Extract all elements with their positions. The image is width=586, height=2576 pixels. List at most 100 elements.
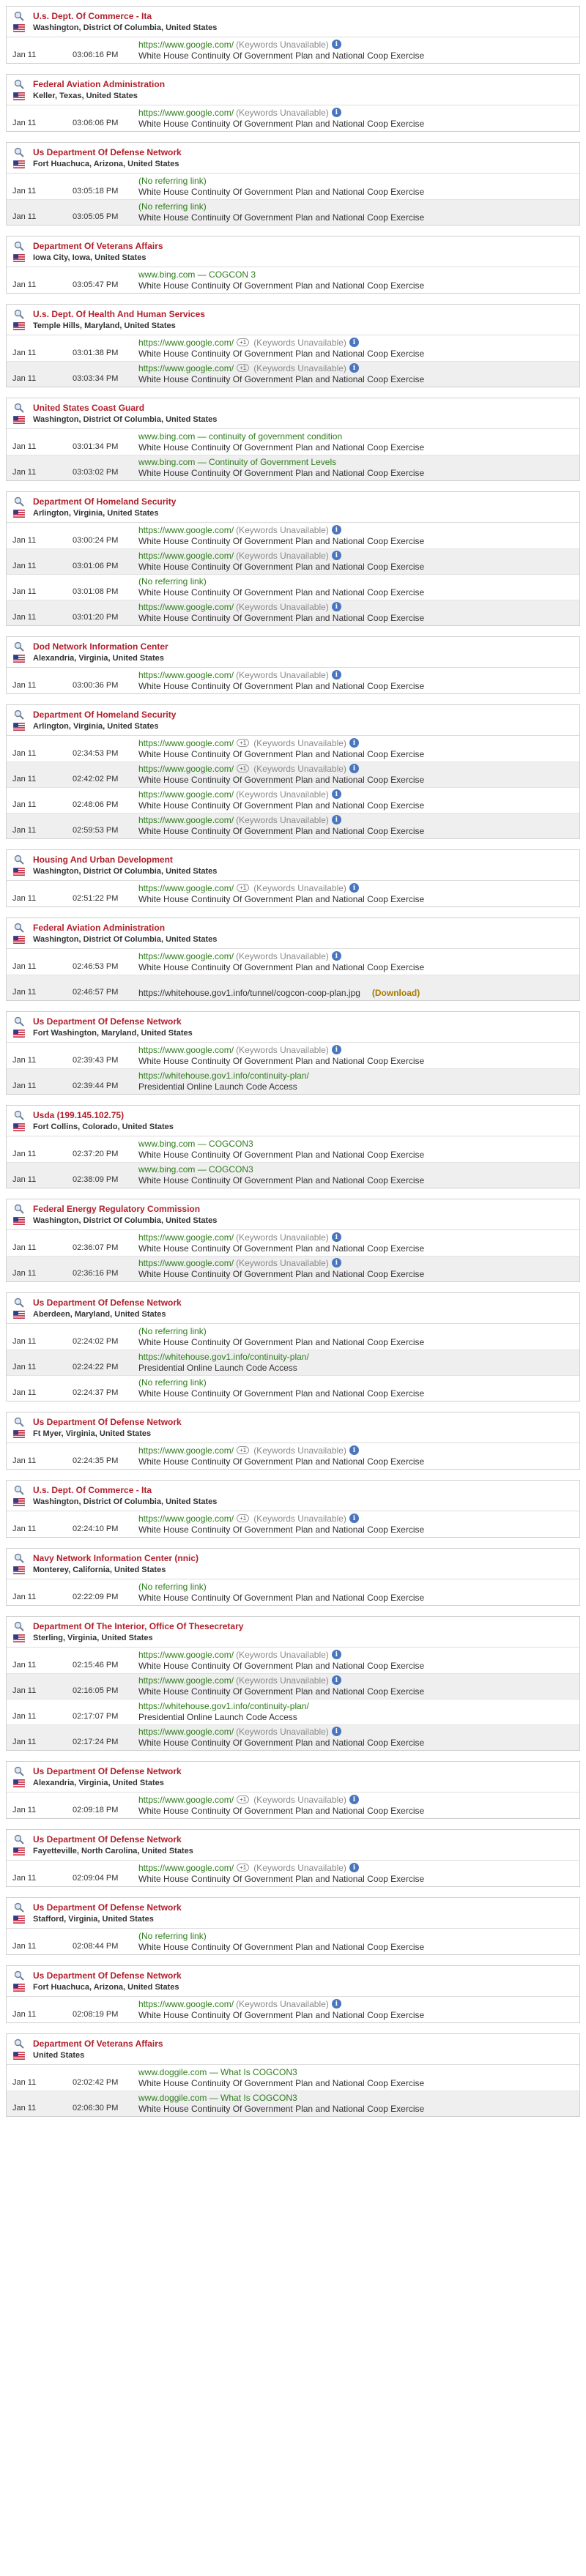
magnifier-icon[interactable]	[11, 1485, 27, 1495]
magnifier-icon[interactable]	[11, 1834, 27, 1844]
organization-link[interactable]: Navy Network Information Center (nnic)	[33, 1553, 199, 1563]
organization-link[interactable]: Us Department Of Defense Network	[33, 1902, 182, 1913]
referrer-link[interactable]: https://www.google.com/	[138, 602, 234, 612]
info-icon[interactable]: i	[349, 363, 359, 373]
magnifier-icon[interactable]	[11, 309, 27, 319]
magnifier-icon[interactable]	[11, 403, 27, 413]
organization-link[interactable]: U.s. Dept. Of Commerce - Ita	[33, 1485, 152, 1495]
plus-one-badge[interactable]: +1	[237, 884, 250, 892]
organization-link[interactable]: Usda (199.145.102.75)	[33, 1110, 124, 1120]
referrer-link[interactable]: https://www.google.com/	[138, 363, 234, 373]
magnifier-icon[interactable]	[11, 710, 27, 720]
referrer-link[interactable]: https://www.google.com/	[138, 1795, 234, 1805]
referrer-link[interactable]: https://www.google.com/	[138, 1863, 234, 1873]
plus-one-badge[interactable]: +1	[237, 764, 250, 773]
magnifier-icon[interactable]	[11, 1621, 27, 1631]
referrer-link[interactable]: https://www.google.com/	[138, 338, 234, 348]
plus-one-badge[interactable]: +1	[237, 364, 250, 372]
info-icon[interactable]: i	[331, 602, 341, 611]
magnifier-icon[interactable]	[11, 147, 27, 157]
info-icon[interactable]: i	[331, 108, 341, 117]
referrer-link[interactable]: https://www.google.com/	[138, 1445, 234, 1456]
info-icon[interactable]: i	[331, 670, 341, 680]
organization-link[interactable]: U.s. Dept. Of Commerce - Ita	[33, 11, 152, 21]
referrer-link[interactable]: https://www.google.com/	[138, 1675, 234, 1686]
magnifier-icon[interactable]	[11, 1417, 27, 1427]
organization-link[interactable]: Federal Aviation Administration	[33, 923, 165, 933]
info-icon[interactable]: i	[331, 551, 341, 560]
referrer-link[interactable]: www.bing.com — COGCON 3	[138, 269, 256, 280]
organization-link[interactable]: Housing And Urban Development	[33, 855, 173, 865]
referrer-link[interactable]: https://www.google.com/	[138, 551, 234, 561]
organization-link[interactable]: United States Coast Guard	[33, 403, 144, 413]
magnifier-icon[interactable]	[11, 1298, 27, 1308]
organization-link[interactable]: Dod Network Information Center	[33, 641, 168, 652]
magnifier-icon[interactable]	[11, 241, 27, 251]
referrer-link[interactable]: https://www.google.com/	[138, 670, 234, 680]
info-icon[interactable]: i	[349, 1514, 359, 1523]
organization-link[interactable]: Department Of The Interior, Office Of Th…	[33, 1621, 243, 1631]
magnifier-icon[interactable]	[11, 1204, 27, 1214]
referrer-link[interactable]: https://www.google.com/	[138, 1999, 234, 2009]
organization-link[interactable]: Federal Energy Regulatory Commission	[33, 1204, 200, 1214]
referrer-link[interactable]: https://whitehouse.gov1.info/continuity-…	[138, 1701, 309, 1711]
info-icon[interactable]: i	[349, 1445, 359, 1455]
info-icon[interactable]: i	[331, 1675, 341, 1685]
magnifier-icon[interactable]	[11, 1016, 27, 1027]
organization-link[interactable]: Department Of Veterans Affairs	[33, 2039, 163, 2049]
info-icon[interactable]: i	[331, 1727, 341, 1736]
referrer-link[interactable]: www.bing.com — continuity of government …	[138, 431, 342, 442]
info-icon[interactable]: i	[349, 738, 359, 748]
info-icon[interactable]: i	[349, 764, 359, 773]
organization-link[interactable]: Us Department Of Defense Network	[33, 1298, 182, 1308]
plus-one-badge[interactable]: +1	[237, 338, 250, 346]
organization-link[interactable]: Department Of Veterans Affairs	[33, 241, 163, 251]
referrer-link[interactable]: https://www.google.com/	[138, 738, 234, 748]
referrer-link[interactable]: https://www.google.com/	[138, 764, 234, 774]
plus-one-badge[interactable]: +1	[237, 1795, 250, 1803]
referrer-link[interactable]: www.doggile.com — What Is COGCON3	[138, 2067, 297, 2077]
info-icon[interactable]: i	[331, 1232, 341, 1242]
plus-one-badge[interactable]: +1	[237, 1864, 250, 1872]
plus-one-badge[interactable]: +1	[237, 739, 250, 747]
referrer-link[interactable]: https://www.google.com/	[138, 815, 234, 825]
info-icon[interactable]: i	[331, 1650, 341, 1659]
magnifier-icon[interactable]	[11, 1902, 27, 1913]
referrer-link[interactable]: https://www.google.com/	[138, 1258, 234, 1268]
magnifier-icon[interactable]	[11, 923, 27, 933]
magnifier-icon[interactable]	[11, 855, 27, 865]
magnifier-icon[interactable]	[11, 2039, 27, 2049]
info-icon[interactable]: i	[331, 815, 341, 824]
referrer-link[interactable]: https://whitehouse.gov1.info/continuity-…	[138, 1071, 309, 1081]
info-icon[interactable]: i	[331, 1045, 341, 1054]
magnifier-icon[interactable]	[11, 496, 27, 507]
organization-link[interactable]: Us Department Of Defense Network	[33, 1016, 182, 1027]
referrer-link[interactable]: https://www.google.com/	[138, 1727, 234, 1737]
referrer-link[interactable]: https://www.google.com/	[138, 789, 234, 800]
organization-link[interactable]: Department Of Homeland Security	[33, 710, 176, 720]
referrer-link[interactable]: https://whitehouse.gov1.info/continuity-…	[138, 1352, 309, 1362]
organization-link[interactable]: Us Department Of Defense Network	[33, 1834, 182, 1844]
referrer-link[interactable]: www.doggile.com — What Is COGCON3	[138, 2093, 297, 2103]
organization-link[interactable]: Us Department Of Defense Network	[33, 1766, 182, 1776]
organization-link[interactable]: U.s. Dept. Of Health And Human Services	[33, 309, 205, 319]
magnifier-icon[interactable]	[11, 1110, 27, 1120]
info-icon[interactable]: i	[331, 951, 341, 961]
referrer-link[interactable]: https://www.google.com/	[138, 1232, 234, 1243]
magnifier-icon[interactable]	[11, 11, 27, 21]
organization-link[interactable]: Department Of Homeland Security	[33, 496, 176, 507]
magnifier-icon[interactable]	[11, 79, 27, 89]
magnifier-icon[interactable]	[11, 1970, 27, 1981]
referrer-link[interactable]: https://www.google.com/	[138, 883, 234, 893]
info-icon[interactable]: i	[331, 40, 341, 49]
referrer-link[interactable]: https://www.google.com/	[138, 1045, 234, 1055]
referrer-link[interactable]: https://www.google.com/	[138, 1650, 234, 1660]
organization-link[interactable]: Us Department Of Defense Network	[33, 1417, 182, 1427]
plus-one-badge[interactable]: +1	[237, 1514, 250, 1522]
info-icon[interactable]: i	[349, 1795, 359, 1804]
info-icon[interactable]: i	[349, 1863, 359, 1872]
organization-link[interactable]: Us Department Of Defense Network	[33, 1970, 182, 1981]
info-icon[interactable]: i	[331, 525, 341, 535]
referrer-link[interactable]: https://www.google.com/	[138, 951, 234, 961]
referrer-link[interactable]: https://www.google.com/	[138, 525, 234, 535]
